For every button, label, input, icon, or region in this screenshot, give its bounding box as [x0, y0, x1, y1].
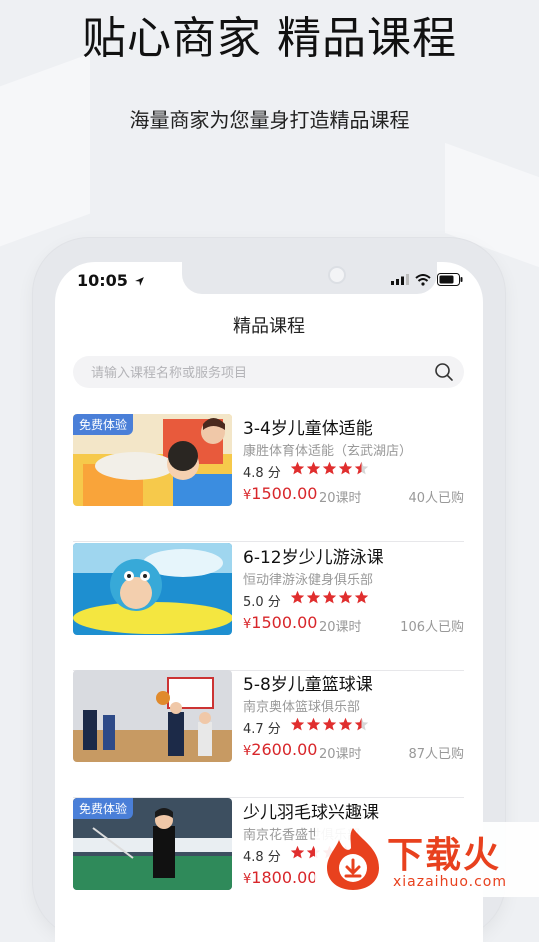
- course-score: 5.0 分: [243, 595, 281, 610]
- course-shop: 康胜体育体适能（玄武湖店）: [243, 444, 413, 459]
- price-value: 1800.00: [251, 868, 318, 887]
- course-title: 6-12岁少儿游泳课: [243, 548, 384, 568]
- course-sold: 40人已购: [408, 491, 464, 506]
- star-icon: [290, 845, 305, 859]
- course-sold: 87人已购: [408, 747, 464, 762]
- course-sold: 106人已购: [400, 620, 464, 635]
- rating-stars: [290, 590, 369, 605]
- star-icon: [338, 461, 353, 475]
- course-card[interactable]: 6-12岁少儿游泳课 恒动律游泳健身俱乐部 5.0 分 ¥1500.00 20课…: [73, 543, 464, 671]
- star-icon: [306, 717, 321, 731]
- background-shape: [0, 53, 90, 247]
- course-image-fitness: 免费体验: [73, 414, 232, 506]
- star-icon: [354, 590, 369, 604]
- course-title: 少儿羽毛球兴趣课: [243, 803, 379, 823]
- star-icon: [338, 717, 353, 731]
- watermark: 下载火 xiazaihuo.com: [315, 822, 539, 897]
- watermark-subtext: xiazaihuo.com: [393, 874, 507, 890]
- promo-headline: 贴心商家 精品课程: [82, 13, 457, 64]
- search-bar[interactable]: [73, 356, 464, 390]
- star-icon: [354, 717, 369, 731]
- course-score: 4.8 分: [243, 466, 281, 481]
- course-lessons: 20课时: [319, 620, 362, 635]
- status-time: 10:05: [77, 271, 145, 290]
- flame-logo-icon: [327, 828, 379, 890]
- search-icon[interactable]: [434, 362, 454, 382]
- rating-stars: [290, 461, 369, 476]
- star-icon: [290, 461, 305, 475]
- star-icon: [322, 717, 337, 731]
- star-icon: [338, 590, 353, 604]
- location-arrow-icon: [134, 277, 144, 286]
- course-image-swimming: [73, 543, 232, 635]
- course-image-badminton: 免费体验: [73, 798, 232, 890]
- course-lessons: 20课时: [319, 491, 362, 506]
- course-price: ¥1800.00: [243, 868, 317, 887]
- course-card[interactable]: 5-8岁儿童篮球课 南京奥体篮球俱乐部 4.7 分 ¥2600.00 20课时 …: [73, 670, 464, 798]
- rating-stars: [290, 717, 369, 732]
- status-icons: [391, 273, 463, 286]
- free-trial-badge: 免费体验: [73, 414, 134, 435]
- course-card[interactable]: 免费体验 3-4岁儿童体适能 康胜体育体适能（玄武湖店） 4.8 分 ¥1500…: [73, 414, 464, 542]
- star-icon: [322, 461, 337, 475]
- price-value: 1500.00: [251, 484, 318, 503]
- signal-icon: [391, 274, 409, 285]
- course-price: ¥1500.00: [243, 484, 317, 503]
- search-input[interactable]: [89, 356, 423, 390]
- wifi-icon: [415, 273, 431, 286]
- course-score: 4.8 分: [243, 850, 281, 865]
- divider: [73, 541, 464, 542]
- course-image-basketball: [73, 670, 232, 762]
- course-title: 3-4岁儿童体适能: [243, 419, 373, 439]
- star-icon: [306, 590, 321, 604]
- camera-icon: [328, 266, 346, 284]
- star-icon: [322, 590, 337, 604]
- course-price: ¥2600.00: [243, 740, 317, 759]
- watermark-text: 下载火: [387, 835, 502, 876]
- free-trial-badge: 免费体验: [73, 798, 134, 819]
- price-value: 2600.00: [251, 740, 318, 759]
- page-title: 精品课程: [233, 316, 305, 337]
- course-title: 5-8岁儿童篮球课: [243, 675, 373, 695]
- battery-icon: [437, 273, 463, 286]
- promo-subline: 海量商家为您量身打造精品课程: [129, 108, 410, 132]
- status-time-text: 10:05: [77, 271, 128, 290]
- course-score: 4.7 分: [243, 722, 281, 737]
- star-icon: [354, 461, 369, 475]
- star-icon: [306, 461, 321, 475]
- star-icon: [290, 717, 305, 731]
- course-shop: 恒动律游泳健身俱乐部: [243, 573, 374, 588]
- price-value: 1500.00: [251, 613, 318, 632]
- course-lessons: 20课时: [319, 747, 362, 762]
- course-price: ¥1500.00: [243, 613, 317, 632]
- course-shop: 南京奥体篮球俱乐部: [243, 700, 361, 715]
- star-icon: [290, 590, 305, 604]
